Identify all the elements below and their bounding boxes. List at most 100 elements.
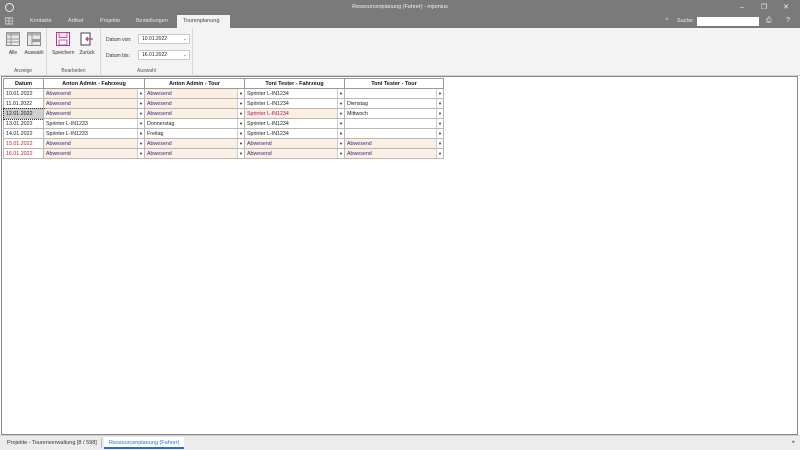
dropdown-arrow-icon[interactable]: ▼ [337, 149, 344, 158]
tab-tourenplanung[interactable]: Tourenplanung [177, 15, 230, 28]
maximize-button[interactable]: ❐ [757, 2, 771, 13]
back-button[interactable]: Zurück [76, 32, 98, 56]
save-button[interactable]: Speichern [52, 32, 75, 56]
assignment-cell[interactable]: Abwesend ▼ [244, 148, 345, 159]
dropdown-arrow-icon[interactable]: ▼ [237, 129, 244, 138]
file-menu-icon[interactable] [5, 17, 13, 25]
dropdown-arrow-icon[interactable]: ▼ [237, 139, 244, 148]
column-header-toni-fahrzeug[interactable]: Toni Tester - Fahrzeug [244, 78, 345, 89]
dropdown-arrow-icon[interactable]: ▼ [337, 109, 344, 118]
dropdown-arrow-icon[interactable]: ▼ [337, 89, 344, 98]
tab-scroll-icon[interactable]: ▸ [792, 439, 795, 445]
date-to-dropdown-icon[interactable]: ⌄ [183, 51, 187, 59]
dropdown-arrow-icon[interactable]: ▼ [137, 99, 144, 108]
cell-value: Sprinter L-IN1233 [46, 120, 88, 127]
doc-tab-ressourcenplanung[interactable]: Ressourcenplanung (Fahrer) [104, 437, 185, 449]
show-all-button[interactable]: Alle [2, 32, 24, 56]
tab-projekte[interactable]: Projekte [94, 15, 126, 28]
assignment-cell[interactable]: Sprinter L-IN1234 ▼ [244, 98, 345, 109]
date-from-field[interactable]: 10.01.2022 ⌄ [138, 34, 190, 44]
print-icon[interactable]: ⎙ [766, 17, 772, 25]
column-header-datum[interactable]: Datum [3, 78, 44, 89]
planning-grid: Datum Anton Admin - Fahrzeug Anton Admin… [2, 78, 444, 159]
dropdown-arrow-icon[interactable]: ▼ [137, 139, 144, 148]
dropdown-arrow-icon[interactable]: ▼ [137, 119, 144, 128]
column-header-toni-tour[interactable]: Toni Tester - Tour [344, 78, 444, 89]
assignment-cell[interactable]: Mittwoch ▼ [344, 108, 444, 119]
assignment-cell[interactable]: Sprinter L-IN1234 ▼ [244, 128, 345, 139]
dropdown-arrow-icon[interactable]: ▼ [237, 119, 244, 128]
dropdown-arrow-icon[interactable]: ▼ [137, 109, 144, 118]
column-header-anton-fahrzeug[interactable]: Anton Admin - Fahrzeug [43, 78, 145, 89]
date-cell[interactable]: 13.01.2022 [3, 118, 44, 129]
date-from-dropdown-icon[interactable]: ⌄ [183, 35, 187, 43]
assignment-cell[interactable]: Abwesend ▼ [344, 138, 444, 149]
assignment-cell[interactable]: Abwesend ▼ [144, 98, 245, 109]
show-selection-button[interactable]: Auswahl [23, 32, 45, 56]
dropdown-arrow-icon[interactable]: ▼ [337, 119, 344, 128]
assignment-cell[interactable]: Dienstag ▼ [344, 98, 444, 109]
date-cell[interactable]: 11.01.2022 [3, 98, 44, 109]
dropdown-arrow-icon[interactable]: ▼ [337, 139, 344, 148]
assignment-cell[interactable]: Freitag ▼ [144, 128, 245, 139]
dropdown-arrow-icon[interactable]: ▼ [137, 89, 144, 98]
cell-value: Abwesend [46, 110, 71, 117]
dropdown-arrow-icon[interactable]: ▼ [436, 129, 443, 138]
assignment-cell[interactable]: Abwesend ▼ [144, 88, 245, 99]
search-input[interactable] [697, 17, 759, 26]
assignment-cell[interactable]: ▼ [344, 118, 444, 129]
dropdown-arrow-icon[interactable]: ▼ [436, 149, 443, 158]
assignment-cell[interactable]: Sprinter L-IN1233 ▼ [43, 128, 145, 139]
date-cell[interactable]: 12.01.2022 [2, 107, 45, 120]
tab-bestellungen[interactable]: Bestellungen [130, 15, 174, 28]
assignment-cell[interactable]: ▼ [344, 128, 444, 139]
assignment-cell[interactable]: Abwesend ▼ [43, 88, 145, 99]
column-header-anton-tour[interactable]: Anton Admin - Tour [144, 78, 245, 89]
undo-icon [80, 32, 93, 46]
dropdown-arrow-icon[interactable]: ▼ [436, 109, 443, 118]
help-icon[interactable]: ? [786, 17, 790, 24]
cell-value: Abwesend [147, 110, 172, 117]
dropdown-arrow-icon[interactable]: ▼ [436, 89, 443, 98]
assignment-cell[interactable]: Abwesend ▼ [43, 98, 145, 109]
assignment-cell[interactable]: Abwesend ▼ [144, 108, 245, 119]
dropdown-arrow-icon[interactable]: ▼ [237, 149, 244, 158]
date-to-value: 16.01.2022 [142, 52, 168, 58]
date-to-field[interactable]: 16.01.2022 ⌄ [138, 50, 190, 60]
assignment-cell[interactable]: Donnerstag ▼ [144, 118, 245, 129]
assignment-cell[interactable]: Sprinter L-IN1234 ▼ [244, 118, 345, 129]
cell-value: Abwesend [247, 140, 272, 147]
doc-tab-projekte[interactable]: Projekte - Tourenverwaltung [8 / 598] [2, 437, 102, 449]
dropdown-arrow-icon[interactable]: ▼ [137, 149, 144, 158]
assignment-cell[interactable]: Abwesend ▼ [43, 108, 145, 119]
assignment-cell[interactable]: Abwesend ▼ [43, 138, 145, 149]
date-cell[interactable]: 10.01.2022 [3, 88, 44, 99]
collapse-ribbon-icon[interactable]: ⌃ [664, 17, 670, 25]
assignment-cell[interactable]: Abwesend ▼ [43, 148, 145, 159]
dropdown-arrow-icon[interactable]: ▼ [337, 99, 344, 108]
dropdown-arrow-icon[interactable]: ▼ [337, 129, 344, 138]
close-button[interactable]: ✕ [779, 2, 793, 13]
date-cell[interactable]: 14.01.2022 [3, 128, 44, 139]
dropdown-arrow-icon[interactable]: ▼ [237, 109, 244, 118]
minimize-button[interactable]: – [735, 2, 749, 13]
dropdown-arrow-icon[interactable]: ▼ [237, 99, 244, 108]
tab-kontakte[interactable]: Kontakte [24, 15, 58, 28]
cell-value: Donnerstag [147, 120, 175, 127]
date-cell[interactable]: 15.01.2022 [3, 138, 44, 149]
assignment-cell[interactable]: Sprinter L-IN1233 ▼ [43, 118, 145, 129]
assignment-cell[interactable]: Abwesend ▼ [144, 148, 245, 159]
dropdown-arrow-icon[interactable]: ▼ [137, 129, 144, 138]
dropdown-arrow-icon[interactable]: ▼ [436, 119, 443, 128]
assignment-cell[interactable]: Abwesend ▼ [244, 138, 345, 149]
assignment-cell[interactable]: Sprinter L-IN1234 ▼ [244, 88, 345, 99]
tab-artikel[interactable]: Artikel [62, 15, 89, 28]
assignment-cell[interactable]: Abwesend ▼ [144, 138, 245, 149]
assignment-cell[interactable]: Sprinter L-IN1234 ▼ [244, 108, 345, 119]
dropdown-arrow-icon[interactable]: ▼ [436, 139, 443, 148]
dropdown-arrow-icon[interactable]: ▼ [237, 89, 244, 98]
assignment-cell[interactable]: Abwesend ▼ [344, 148, 444, 159]
dropdown-arrow-icon[interactable]: ▼ [436, 99, 443, 108]
date-cell[interactable]: 16.01.2022 [3, 148, 44, 159]
assignment-cell[interactable]: ▼ [344, 88, 444, 99]
